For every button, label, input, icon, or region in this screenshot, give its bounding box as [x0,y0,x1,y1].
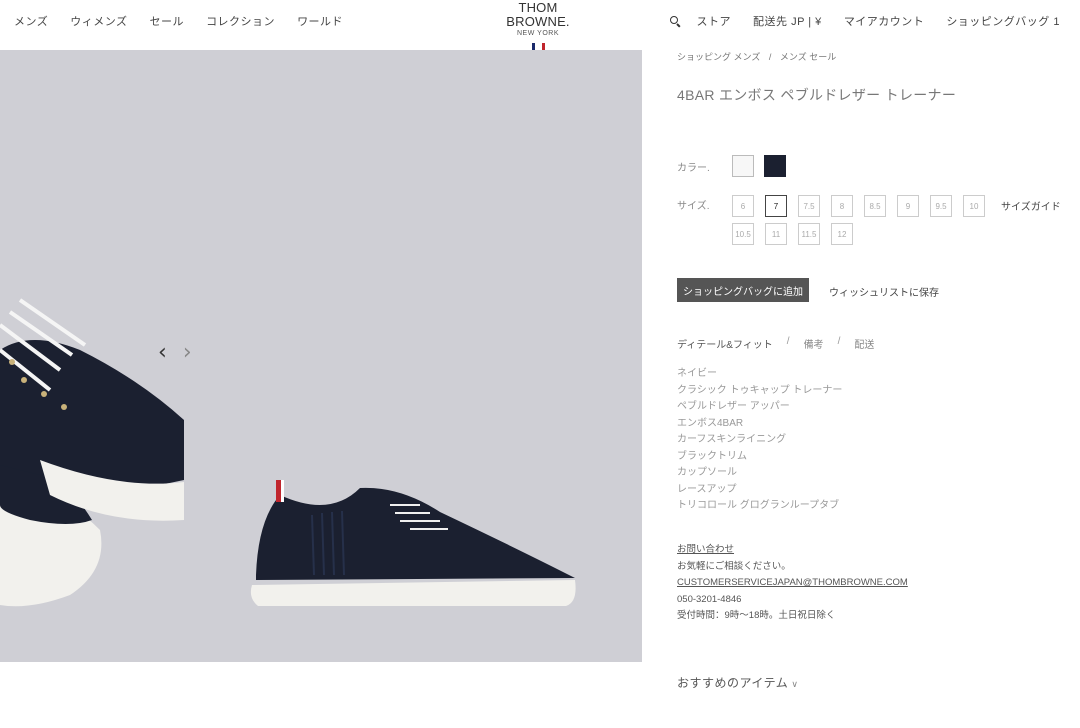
tab-details-fit[interactable]: ディテール&フィット [677,336,773,351]
product-image [0,298,576,607]
size-option-selected[interactable]: 7 [765,195,787,217]
shopping-bag-link[interactable]: ショッピングバッグ 1 [946,13,1060,29]
product-details-list: ネイビー クラシック トゥキャップ トレーナー ペブルドレザー アッパー エンボ… [677,366,842,515]
tab-separator: / [786,336,790,347]
shoe-closeup-left-image [0,298,184,607]
detail-item: エンボス4BAR [677,417,744,429]
breadcrumb-shopping-mens[interactable]: ショッピング メンズ [677,52,760,62]
save-to-wishlist-link[interactable]: ウィッシュリストに保存 [829,284,939,299]
nav-world[interactable]: ワールド [297,13,343,29]
detail-item: カップソール [677,467,737,478]
utility-nav: ストア 配送先 JP | ¥ マイアカウント ショッピングバッグ 1 [669,13,1060,29]
detail-item: ネイビー [677,368,717,379]
gallery-next-button[interactable]: › [183,342,192,364]
size-option[interactable]: 9 [897,195,919,217]
contact-section: お問い合わせ お気軽にご相談ください。 CUSTOMERSERVICEJAPAN… [677,542,908,625]
color-swatch-white[interactable] [732,155,754,177]
tab-shipping[interactable]: 配送 [854,336,874,351]
breadcrumb-separator: / [768,52,772,62]
brand-name: THOM BROWNE. [506,0,570,29]
detail-item: カーフスキンライニング [677,434,787,445]
color-swatch-navy[interactable] [764,155,786,177]
store-link[interactable]: ストア [697,13,732,29]
product-image-gallery[interactable]: ‹ › [0,50,642,662]
detail-item: トリコロール グログランループタブ [677,500,840,511]
size-option[interactable]: 10.5 [732,223,754,245]
contact-us-link[interactable]: お問い合わせ [677,542,908,559]
size-selector: 6 7 7.5 8 8.5 9 9.5 10 10.5 11 11.5 12 [732,195,997,245]
size-label: サイズ. [677,201,710,212]
color-label: カラー. [677,163,710,174]
size-option[interactable]: 11.5 [798,223,820,245]
chevron-down-icon: ∨ [791,679,799,689]
gallery-prev-button[interactable]: ‹ [158,342,167,364]
tab-notes[interactable]: 備考 [804,336,824,351]
size-option[interactable]: 12 [831,223,853,245]
contact-message: お気軽にご相談ください。 [677,560,791,572]
size-option[interactable]: 8 [831,195,853,217]
recommended-items-toggle[interactable]: おすすめのアイテム ∨ [677,674,798,691]
contact-hours: 受付時間：9時〜18時。土日祝日除く [677,610,836,621]
shoe-side-view-image [250,480,576,606]
size-guide-link[interactable]: サイズガイド [1001,198,1061,213]
size-option[interactable]: 9.5 [930,195,952,217]
product-tabs: ディテール&フィット / 備考 / 配送 [677,336,874,351]
nav-sale[interactable]: セール [150,13,185,29]
breadcrumb-mens-sale[interactable]: メンズ セール [780,52,836,62]
size-option[interactable]: 8.5 [864,195,886,217]
contact-phone: 050-3201-4846 [677,593,742,605]
detail-item: クラシック トゥキャップ トレーナー [677,384,843,396]
my-account-link[interactable]: マイアカウント [844,13,925,29]
add-to-bag-button[interactable]: ショッピングバッグに追加 [677,278,809,302]
tab-separator: / [837,336,841,347]
product-title: 4BAR エンボス ペブルドレザー トレーナー [677,87,957,103]
ship-to-selector[interactable]: 配送先 JP | ¥ [753,13,822,29]
nav-womens[interactable]: ウィメンズ [70,13,127,29]
size-option[interactable]: 6 [732,195,754,217]
detail-item: レースアップ [677,483,737,495]
gallery-arrows: ‹ › [158,342,192,364]
nav-collection[interactable]: コレクション [206,13,275,29]
main-nav: メンズ ウィメンズ セール コレクション ワールド [14,13,343,29]
search-icon[interactable] [669,15,681,28]
detail-item: ペブルドレザー アッパー [677,401,790,412]
brand-city: NEW YORK [517,30,559,37]
site-header: メンズ ウィメンズ セール コレクション ワールド THOM BROWNE. N… [0,0,1080,54]
size-option[interactable]: 10 [963,195,985,217]
customer-service-email-link[interactable]: CUSTOMERSERVICEJAPAN@THOMBROWNE.COM [677,575,908,592]
size-option[interactable]: 11 [765,223,787,245]
nav-mens[interactable]: メンズ [14,13,48,29]
brand-logo[interactable]: THOM BROWNE. NEW YORK [489,1,587,54]
size-option[interactable]: 7.5 [798,195,820,217]
recommended-items-label: おすすめのアイテム [677,676,789,690]
detail-item: ブラックトリム [677,450,747,462]
breadcrumb: ショッピング メンズ / メンズ セール [677,50,842,63]
